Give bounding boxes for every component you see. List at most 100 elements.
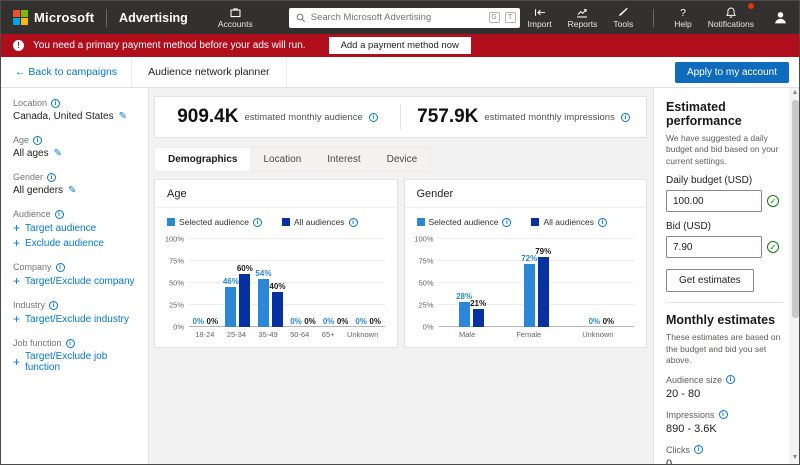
legend-swatch bbox=[416, 218, 425, 226]
info-icon[interactable]: i bbox=[726, 375, 736, 385]
add-target-exclude-industry-link[interactable]: + Target/Exclude industry bbox=[13, 313, 140, 325]
info-icon[interactable]: i bbox=[252, 217, 262, 227]
info-icon[interactable]: i bbox=[368, 112, 378, 122]
metric-value: 20 - 80 bbox=[666, 387, 701, 400]
info-icon[interactable]: i bbox=[49, 300, 59, 310]
bar-groups: 28% 21% 72% 79% 0% 0% bbox=[439, 239, 635, 327]
x-tick-label: 65+ bbox=[321, 330, 335, 339]
monthly-metrics-list: Audience size i 20 - 80 Impressions i 890 - 3… bbox=[666, 375, 783, 464]
add-target-exclude-job-function-link[interactable]: + Target/Exclude job function bbox=[13, 351, 140, 373]
edit-icon[interactable]: ✎ bbox=[54, 148, 62, 159]
import-button[interactable]: Import bbox=[520, 4, 560, 31]
bar-wrap: 60% bbox=[237, 239, 253, 327]
bar-all-audiences[interactable] bbox=[537, 257, 549, 327]
bar-all-audiences[interactable] bbox=[239, 274, 251, 327]
section-label-text: Job function bbox=[13, 338, 62, 348]
bar-selected-audience[interactable] bbox=[257, 279, 269, 327]
add-target-exclude-company-link[interactable]: + Target/Exclude company bbox=[13, 275, 140, 287]
info-icon[interactable]: i bbox=[694, 445, 703, 455]
bar-all-audiences[interactable] bbox=[472, 308, 484, 327]
plot-outer: 28% 21% 72% 79% 0% 0% Male Female Unknown bbox=[438, 238, 635, 347]
x-tick-label: 50-64 bbox=[290, 330, 310, 339]
user-avatar[interactable] bbox=[772, 9, 789, 26]
info-icon[interactable]: i bbox=[33, 135, 43, 145]
add-target-audience-link[interactable]: + Target audience bbox=[13, 222, 140, 234]
help-button[interactable]: ? Help bbox=[666, 4, 699, 31]
tab-demographics[interactable]: Demographics bbox=[155, 148, 251, 171]
alert-message: You need a primary payment method before… bbox=[33, 40, 306, 51]
info-icon[interactable]: i bbox=[348, 217, 358, 227]
info-icon[interactable]: i bbox=[51, 98, 61, 108]
bar-selected-audience[interactable] bbox=[523, 263, 535, 327]
scroll-down-icon[interactable]: ▼ bbox=[792, 453, 799, 463]
sidebar-section-job-function: Job function i + Target/Exclude job functio… bbox=[13, 338, 140, 373]
metric-label: Clicks i bbox=[666, 445, 783, 455]
gender-chart-card: Gender Selected audience i All audiences i 0%… bbox=[403, 179, 647, 348]
info-icon[interactable]: i bbox=[620, 112, 630, 122]
add-payment-method-button[interactable]: Add a payment method now bbox=[328, 37, 471, 54]
info-icon[interactable]: i bbox=[54, 209, 64, 219]
bar-all-audiences[interactable] bbox=[271, 291, 283, 327]
daily-budget-input[interactable] bbox=[666, 190, 762, 213]
bid-input[interactable] bbox=[666, 236, 762, 259]
info-icon[interactable]: i bbox=[65, 338, 75, 348]
plot-outer: 0% 0% 46% 60% 54% 40% 0% 0% 0% 0% 0% 0% 18-24 25-34 35… bbox=[189, 238, 385, 347]
estimates-summary-card: 909.4K estimated monthly audience i 757.… bbox=[154, 96, 647, 138]
svg-text:?: ? bbox=[680, 7, 686, 19]
legend-item-all-audiences: All audiences i bbox=[281, 217, 358, 227]
scrollbar-thumb[interactable] bbox=[792, 100, 799, 319]
notifications-button[interactable]: Notifications bbox=[700, 3, 762, 31]
y-tick-label: 100% bbox=[164, 234, 184, 244]
bar-group-male: 28% 21% bbox=[456, 239, 486, 327]
info-icon[interactable]: i bbox=[55, 262, 65, 272]
legend-label: All audiences bbox=[543, 217, 595, 227]
x-tick-label: 35-49 bbox=[258, 330, 278, 339]
estimated-performance-description: We have suggested a daily budget and bid… bbox=[666, 133, 779, 166]
bar-value-label: 46% bbox=[222, 276, 239, 286]
bar-value-label: 0% bbox=[355, 317, 367, 326]
legend-item-selected-audience: Selected audience i bbox=[416, 217, 512, 227]
sidebar-section-gender: Gender i All genders ✎ bbox=[13, 172, 140, 196]
info-icon[interactable]: i bbox=[47, 172, 57, 182]
y-tick-label: 0% bbox=[173, 322, 184, 332]
legend-item-all-audiences: All audiences i bbox=[531, 217, 608, 227]
info-icon[interactable]: i bbox=[598, 217, 608, 227]
bar-selected-audience[interactable] bbox=[225, 286, 237, 327]
edit-icon[interactable]: ✎ bbox=[119, 111, 127, 122]
tab-location[interactable]: Location bbox=[250, 148, 314, 171]
tab-device[interactable]: Device bbox=[374, 148, 431, 171]
tools-button[interactable]: Tools bbox=[605, 4, 641, 31]
valid-check-icon: ✓ bbox=[767, 241, 779, 254]
section-label-text: Company bbox=[13, 262, 52, 272]
search-input[interactable] bbox=[310, 12, 484, 23]
get-estimates-button[interactable]: Get estimates bbox=[666, 269, 754, 293]
monthly-estimates-description: These estimates are based on the budget … bbox=[666, 332, 781, 366]
tab-interest[interactable]: Interest bbox=[314, 148, 373, 171]
bar-value-label: 0% bbox=[304, 317, 316, 326]
accounts-menu[interactable]: Accounts bbox=[210, 4, 261, 31]
x-tick-label: 25-34 bbox=[226, 330, 247, 339]
panel-scrollbar[interactable]: ▲ ▼ bbox=[790, 88, 799, 464]
plus-icon: + bbox=[13, 236, 21, 250]
topbar-actions: Import Reports Tools ? Help Notification… bbox=[520, 3, 790, 31]
apply-to-account-button[interactable]: Apply to my account bbox=[674, 61, 789, 83]
section-label-text: Audience bbox=[13, 209, 51, 219]
bar-wrap: 0% bbox=[337, 239, 349, 327]
bar-value-label: 54% bbox=[255, 269, 272, 279]
impressions-label: estimated monthly impressions bbox=[484, 111, 615, 123]
back-to-campaigns-link[interactable]: ← Back to campaigns bbox=[1, 66, 131, 78]
bar-selected-audience[interactable] bbox=[458, 302, 470, 327]
microsoft-logo[interactable]: Microsoft bbox=[13, 10, 94, 25]
bar-value-label: 0% bbox=[206, 317, 219, 326]
edit-icon[interactable]: ✎ bbox=[68, 185, 76, 196]
product-name[interactable]: Advertising bbox=[119, 11, 188, 25]
add-exclude-audience-link[interactable]: + Exclude audience bbox=[13, 237, 140, 249]
section-value: Canada, United States ✎ bbox=[13, 111, 140, 122]
info-icon[interactable]: i bbox=[502, 217, 512, 227]
tools-label: Tools bbox=[613, 19, 634, 30]
info-icon[interactable]: i bbox=[718, 410, 728, 420]
import-icon bbox=[534, 9, 545, 16]
reports-button[interactable]: Reports bbox=[560, 4, 606, 31]
scroll-up-icon[interactable]: ▲ bbox=[792, 88, 799, 98]
bar-value-label: 0% bbox=[192, 317, 205, 326]
